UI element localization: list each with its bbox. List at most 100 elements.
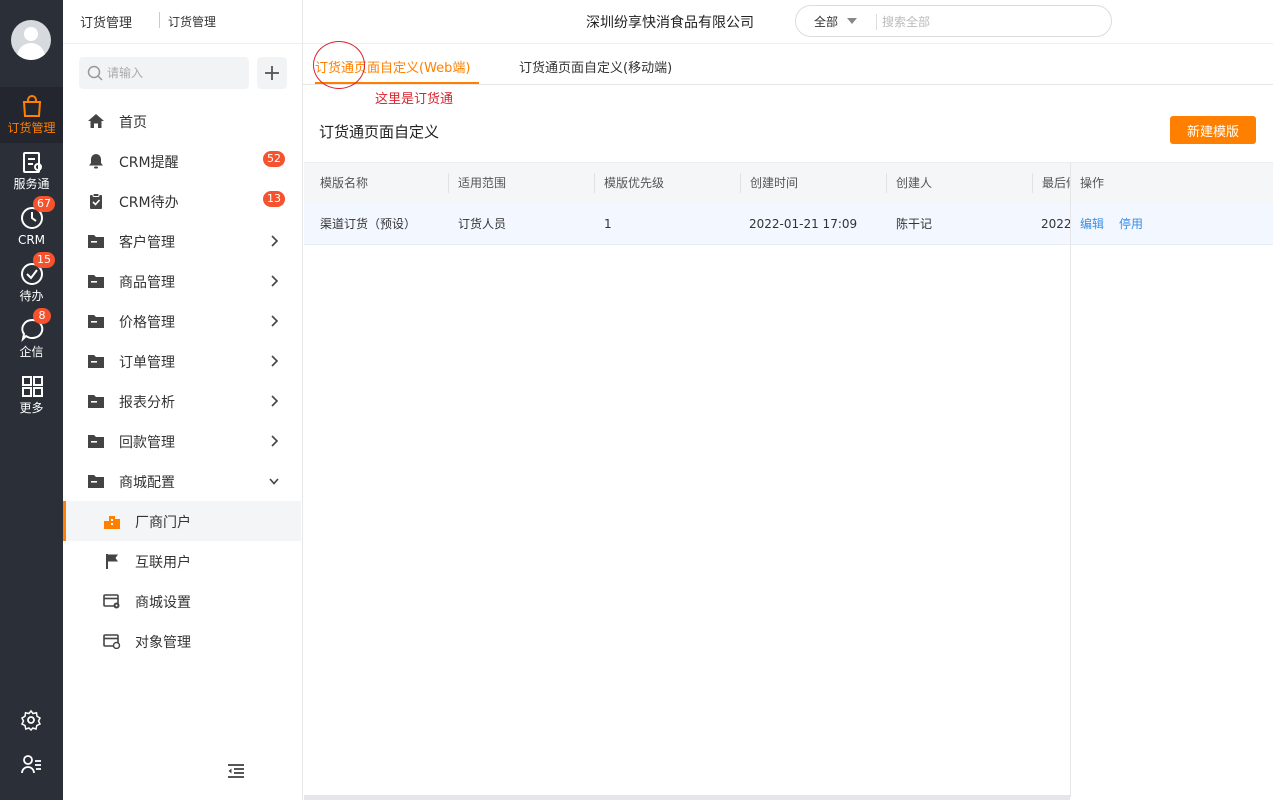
sidebar-subitem-label: 互联用户	[135, 555, 191, 571]
horizontal-scrollbar[interactable]	[304, 795, 1070, 800]
sidebar-subitem-linked-users[interactable]: 互联用户	[63, 541, 301, 581]
chevron-right-icon	[271, 395, 279, 407]
sidebar-item-mall-config[interactable]: 商城配置	[63, 461, 301, 501]
store-settings-icon	[103, 594, 120, 609]
column-header-created-time[interactable]: 创建时间	[750, 163, 798, 203]
table-row[interactable]: 渠道订货（预设） 订货人员 1 2022-01-21 17:09 陈干记 202…	[304, 203, 1273, 245]
rail-item-label: 企信	[19, 345, 44, 359]
page-title: 订货通页面自定义	[319, 123, 440, 141]
sidebar-item-crm-todo[interactable]: CRM待办 13	[63, 181, 301, 221]
sidebar-item-customers[interactable]: 客户管理	[63, 221, 301, 261]
sidebar-item-crm-alerts[interactable]: CRM提醒 52	[63, 141, 301, 181]
rail-item-messages[interactable]: 企信 8	[0, 308, 63, 367]
cell-modified-time: 2022-01-21 17:09	[1041, 217, 1070, 231]
annotation-text: 这里是订货通	[375, 92, 454, 107]
sidebar-search-input[interactable]	[107, 63, 242, 83]
column-header-priority[interactable]: 模版优先级	[604, 163, 664, 203]
sidebar-item-reports[interactable]: 报表分析	[63, 381, 301, 421]
rail-item-more[interactable]: 更多	[0, 367, 63, 423]
column-header-modified-time[interactable]: 最后修改时间	[1042, 163, 1070, 203]
sidebar-item-orders[interactable]: 订单管理	[63, 341, 301, 381]
sidebar-search[interactable]	[79, 57, 249, 89]
crm-badge: 67	[33, 196, 55, 212]
sidebar-item-label: 回款管理	[119, 435, 175, 451]
gear-icon[interactable]	[20, 709, 42, 731]
caret-down-icon[interactable]	[847, 18, 857, 24]
global-search-input[interactable]	[882, 13, 1082, 31]
folder-icon	[88, 435, 104, 448]
breadcrumb-app[interactable]: 订货管理	[80, 12, 132, 31]
sidebar-item-products[interactable]: 商品管理	[63, 261, 301, 301]
rail-item-label: 待办	[19, 289, 44, 303]
folder-icon	[88, 475, 104, 488]
rail-item-crm[interactable]: CRM 67	[0, 196, 63, 255]
sidebar-item-pricing[interactable]: 价格管理	[63, 301, 301, 341]
sidebar-subitem-label: 厂商门户	[135, 515, 191, 531]
sidebar-item-label: 价格管理	[119, 315, 175, 331]
chevron-down-icon	[269, 478, 279, 485]
tab-mobile-customization[interactable]: 订货通页面自定义(移动端)	[519, 57, 672, 76]
chevron-right-icon	[271, 355, 279, 367]
chevron-right-icon	[271, 275, 279, 287]
column-header-creator[interactable]: 创建人	[896, 163, 932, 203]
sidebar-subitem-label: 对象管理	[135, 635, 191, 651]
sidebar-item-payments[interactable]: 回款管理	[63, 421, 301, 461]
messages-badge: 8	[33, 308, 51, 324]
global-search[interactable]: 全部	[795, 5, 1112, 37]
sidebar-subitem-mall-settings[interactable]: 商城设置	[63, 581, 301, 621]
search-icon	[87, 65, 103, 81]
shopping-bag-icon	[22, 95, 41, 117]
avatar[interactable]	[11, 20, 51, 60]
rail-item-order-management[interactable]: 订货管理	[0, 87, 63, 143]
column-header-name[interactable]: 模版名称	[320, 163, 368, 203]
rail-item-label: 更多	[19, 401, 44, 415]
edit-link[interactable]: 编辑	[1080, 203, 1104, 245]
rail-item-todo[interactable]: 待办 15	[0, 252, 63, 311]
sidebar-item-label: CRM提醒	[119, 155, 179, 171]
company-name: 深圳纷享快消食品有限公司	[586, 15, 754, 31]
rail-item-service[interactable]: 服务通	[0, 143, 63, 199]
sidebar-item-label: 订单管理	[119, 355, 175, 371]
app-rail: 订货管理 服务通 CRM 67 待办 15 企信 8 更多	[0, 0, 63, 800]
folder-icon	[88, 395, 104, 408]
sidebar-item-label: CRM待办	[119, 195, 179, 211]
breadcrumb-page: 订货管理	[168, 15, 217, 29]
template-table: 模版名称 适用范围 模版优先级 创建时间 创建人 最后修改时间 操作 渠道订货（…	[304, 162, 1273, 797]
new-template-button[interactable]: 新建模版	[1170, 116, 1256, 144]
folder-icon	[88, 315, 104, 328]
sidebar-item-label: 商品管理	[119, 275, 175, 291]
cell-scope: 订货人员	[458, 217, 507, 231]
disable-link[interactable]: 停用	[1119, 203, 1143, 245]
fixed-column-divider	[1070, 163, 1071, 797]
rail-item-label: CRM	[17, 233, 46, 247]
sidebar-subitem-vendor-portal[interactable]: 厂商门户	[63, 501, 301, 541]
folder-icon	[88, 355, 104, 368]
home-icon	[88, 114, 104, 128]
breadcrumb: 订货管理 订货管理	[63, 0, 303, 44]
search-scope-select[interactable]: 全部	[814, 13, 838, 30]
bell-icon	[89, 154, 103, 169]
column-header-scope[interactable]: 适用范围	[458, 163, 506, 203]
add-button[interactable]	[257, 57, 287, 89]
grid-icon	[21, 376, 43, 397]
user-list-icon[interactable]	[20, 753, 42, 775]
chevron-right-icon	[271, 235, 279, 247]
chevron-right-icon	[271, 435, 279, 447]
folder-icon	[88, 235, 104, 248]
clipboard-icon	[22, 152, 42, 173]
cell-created-time: 2022-01-21 17:09	[749, 217, 858, 231]
sidebar-item-label: 商城配置	[119, 475, 175, 491]
crm-alerts-badge: 52	[263, 151, 285, 167]
collapse-sidebar-icon[interactable]	[227, 763, 245, 779]
object-settings-icon	[103, 634, 121, 649]
sidebar-item-home[interactable]: 首页	[63, 101, 301, 141]
buildings-icon	[104, 516, 120, 529]
rail-item-label: 订货管理	[7, 121, 56, 135]
folder-icon	[88, 275, 104, 288]
sidebar-item-label: 客户管理	[119, 235, 175, 251]
cell-creator: 陈干记	[896, 217, 933, 231]
sidebar-item-label: 报表分析	[119, 395, 175, 411]
crm-todo-badge: 13	[263, 191, 285, 207]
sidebar-subitem-object-management[interactable]: 对象管理	[63, 621, 301, 661]
annotation-circle	[313, 41, 365, 89]
